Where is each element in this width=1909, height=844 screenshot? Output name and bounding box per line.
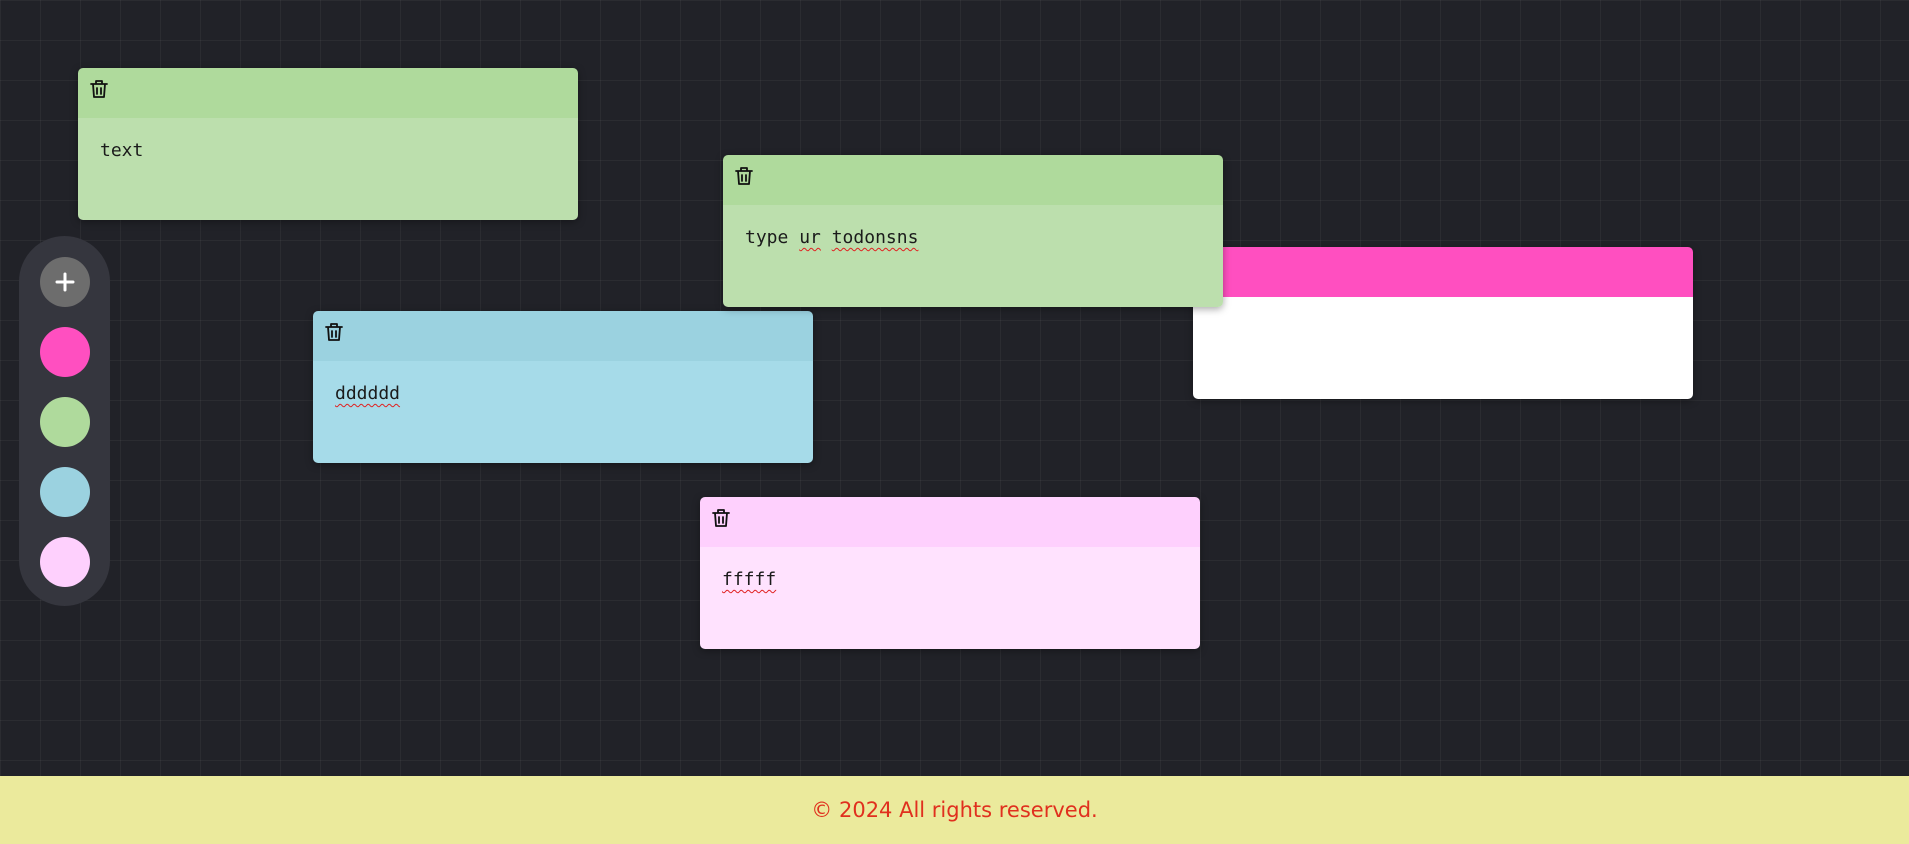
note-header[interactable]	[723, 155, 1223, 205]
note-header[interactable]	[700, 497, 1200, 547]
note-text[interactable]: fffff	[722, 569, 776, 590]
note-text[interactable]: type ur todonsns	[745, 227, 918, 248]
note-card[interactable]: text	[78, 68, 578, 220]
note-text-part	[821, 227, 832, 248]
note-body[interactable]: dddddd	[313, 361, 813, 463]
plus-icon	[55, 272, 74, 292]
color-swatch-blue[interactable]	[39, 467, 90, 517]
trash-icon[interactable]	[732, 164, 756, 188]
note-header[interactable]	[1193, 247, 1693, 297]
copyright-text: © 2024 All rights reserved.	[811, 798, 1098, 822]
note-text[interactable]: dddddd	[335, 383, 400, 404]
trash-icon[interactable]	[709, 506, 733, 530]
color-swatch-green[interactable]	[39, 397, 90, 447]
note-header[interactable]	[313, 311, 813, 361]
note-body[interactable]	[1193, 297, 1693, 399]
note-card[interactable]: type ur todonsns	[723, 155, 1223, 307]
note-card[interactable]: dddddd	[313, 311, 813, 463]
color-swatch-lavender[interactable]	[39, 537, 90, 587]
color-palette	[19, 236, 110, 606]
trash-icon[interactable]	[322, 320, 346, 344]
note-body[interactable]: type ur todonsns	[723, 205, 1223, 307]
trash-icon[interactable]	[87, 77, 111, 101]
note-header[interactable]	[78, 68, 578, 118]
note-text-part: type	[745, 227, 800, 248]
color-swatch-pink[interactable]	[39, 327, 90, 377]
note-body[interactable]: text	[78, 118, 578, 220]
add-note-button[interactable]	[39, 257, 90, 307]
misspelled-word: todonsns	[831, 227, 919, 248]
note-card[interactable]	[1193, 247, 1693, 399]
misspelled-word: ur	[799, 227, 821, 248]
note-text[interactable]: text	[100, 140, 143, 161]
note-body[interactable]: fffff	[700, 547, 1200, 649]
footer: © 2024 All rights reserved.	[0, 776, 1909, 844]
note-card[interactable]: fffff	[700, 497, 1200, 649]
